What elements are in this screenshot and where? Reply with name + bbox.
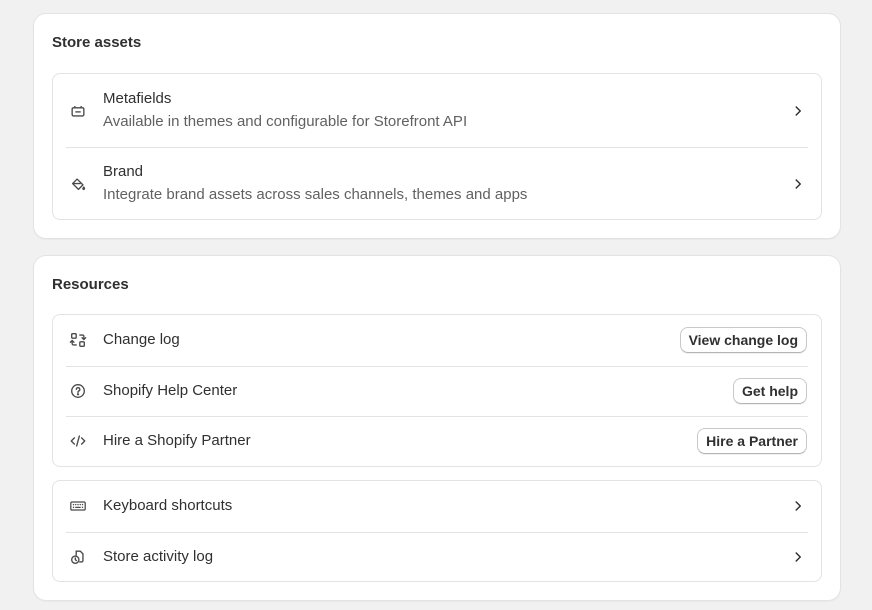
store-activity-log-label: Store activity log (103, 547, 214, 565)
brand-label: Brand (103, 163, 144, 180)
code-icon (69, 432, 87, 450)
metafields-icon (69, 102, 87, 120)
resources-title: Resources (52, 276, 129, 293)
store-assets-title: Store assets (52, 34, 142, 51)
brand-description: Integrate brand assets across sales chan… (103, 186, 528, 203)
chevron-right-icon (789, 548, 807, 566)
keyboard-shortcuts-label: Keyboard shortcuts (103, 497, 233, 515)
metafields-description: Available in themes and configurable for… (103, 113, 468, 130)
change-log-row: Change log View change log (53, 315, 821, 366)
help-circle-icon (69, 382, 87, 400)
store-activity-icon (69, 548, 87, 566)
change-log-label: Change log (103, 331, 180, 349)
view-change-log-button[interactable]: View change log (679, 327, 807, 354)
hire-partner-row: Hire a Shopify Partner Hire a Partner (53, 416, 821, 467)
metafields-row[interactable]: Metafields Available in themes and confi… (53, 74, 821, 147)
resources-card: Resources Change log View change log Sho… (34, 256, 840, 600)
change-log-icon (69, 331, 87, 349)
store-activity-log-row[interactable]: Store activity log (53, 531, 821, 583)
help-center-row: Shopify Help Center Get help (53, 365, 821, 417)
brand-paint-icon (69, 175, 87, 193)
help-center-label: Shopify Help Center (103, 381, 238, 399)
brand-row[interactable]: Brand Integrate brand assets across sale… (53, 147, 821, 220)
keyboard-shortcuts-row[interactable]: Keyboard shortcuts (53, 481, 821, 532)
hire-a-partner-button[interactable]: Hire a Partner (697, 428, 807, 455)
keyboard-icon (69, 497, 87, 515)
get-help-button[interactable]: Get help (732, 377, 807, 404)
resources-nav-list: Keyboard shortcuts Store activity log (52, 480, 822, 582)
metafields-label: Metafields (103, 90, 172, 107)
chevron-right-icon (789, 175, 807, 193)
store-assets-card: Store assets Metafields Available in the… (34, 14, 840, 238)
resources-links-list: Change log View change log Shopify Help … (52, 314, 822, 467)
chevron-right-icon (789, 497, 807, 515)
store-assets-list: Metafields Available in themes and confi… (52, 73, 822, 220)
chevron-right-icon (789, 102, 807, 120)
hire-partner-label: Hire a Shopify Partner (103, 432, 251, 450)
